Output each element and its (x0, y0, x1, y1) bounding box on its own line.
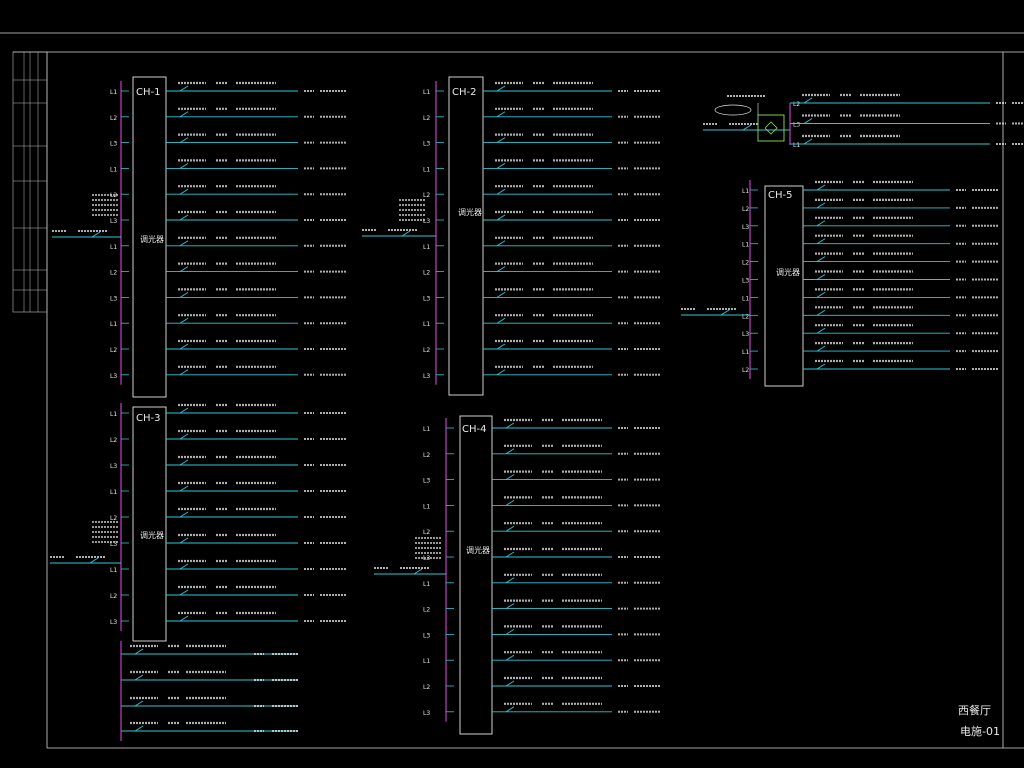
phase-label: L1 (423, 89, 430, 96)
phase-label: L2 (423, 270, 430, 277)
phase-label: L2 (110, 437, 117, 444)
phase-label: L1 (423, 244, 430, 251)
phase-label: L3 (742, 224, 749, 231)
phase-label: L3 (423, 478, 430, 485)
phase-label: L1 (110, 489, 117, 496)
phase-label: L2 (110, 270, 117, 277)
phase-label: L1 (423, 426, 430, 433)
phase-label: L1 (742, 242, 749, 249)
phase-label: L1 (110, 321, 117, 328)
phase-label: L1 (742, 188, 749, 195)
phase-label: L1 (110, 567, 117, 574)
panel-ch5-device: 调光器 (776, 267, 800, 277)
phase-label: L2 (742, 206, 749, 213)
phase-label: L2 (110, 515, 117, 522)
phase-label: L2 (742, 313, 749, 320)
phase-label: L1 (423, 321, 430, 328)
phase-label: L1 (423, 581, 430, 588)
phase-label: L3 (110, 295, 117, 302)
phase-label: L1 (110, 411, 117, 418)
phase-label: L1 (110, 89, 117, 96)
panel-ch1-name: CH-1 (136, 87, 160, 98)
phase-label: L3 (110, 141, 117, 148)
panel-ch4-name: CH-4 (462, 424, 486, 435)
phase-label: L2 (793, 101, 800, 108)
phase-label: L3 (110, 218, 117, 225)
panel-ch2-device: 调光器 (458, 207, 482, 217)
phase-label: L2 (110, 593, 117, 600)
electrical-single-line-diagram: L1 L2 L3 L1 L2 L3 L1 L2 L3 L1 L2 L3 L1 L2 L3 L1 L2 L3 L1 L… (0, 0, 1024, 768)
phase-label: L1 (110, 166, 117, 173)
phase-label: L2 (423, 529, 430, 536)
phase-label: L1 (742, 349, 749, 356)
panel-ch5-name: CH-5 (768, 190, 792, 201)
panel-ch2-name: CH-2 (452, 87, 476, 98)
phase-label: L2 (742, 260, 749, 267)
phase-label: L3 (742, 278, 749, 285)
phase-label: L2 (423, 452, 430, 459)
phase-label: L2 (423, 607, 430, 614)
phase-label: L2 (423, 684, 430, 691)
phase-label: L3 (110, 619, 117, 626)
phase-label: L3 (110, 463, 117, 470)
phase-label: L3 (423, 710, 430, 717)
phase-label: L3 (423, 141, 430, 148)
phase-label: L1 (423, 503, 430, 510)
phase-label: L3 (423, 373, 430, 380)
phase-label: L2 (742, 367, 749, 374)
panel-ch3-device: 调光器 (140, 530, 164, 540)
phase-label: L3 (423, 632, 430, 639)
panel-ch4-device: 调光器 (466, 545, 490, 555)
phase-label: L1 (793, 142, 800, 149)
phase-label: L3 (423, 295, 430, 302)
phase-label: L2 (423, 192, 430, 199)
phase-label: L1 (423, 658, 430, 665)
drawing-title: 西餐厅 (958, 703, 991, 717)
phase-label: L3 (423, 218, 430, 225)
panel-ch3-name: CH-3 (136, 413, 160, 424)
phase-label: L3 (110, 373, 117, 380)
phase-label: L1 (110, 244, 117, 251)
phase-label: L1 (742, 295, 749, 302)
phase-label: L2 (423, 347, 430, 354)
phase-label: L2 (110, 347, 117, 354)
panel-ch1-device: 调光器 (140, 234, 164, 244)
phase-label: L3 (793, 122, 800, 129)
drawing-number: 电施-01 (960, 725, 1000, 738)
phase-label: L2 (423, 115, 430, 122)
phase-label: L2 (110, 115, 117, 122)
phase-label: L1 (423, 166, 430, 173)
phase-label: L3 (742, 331, 749, 338)
